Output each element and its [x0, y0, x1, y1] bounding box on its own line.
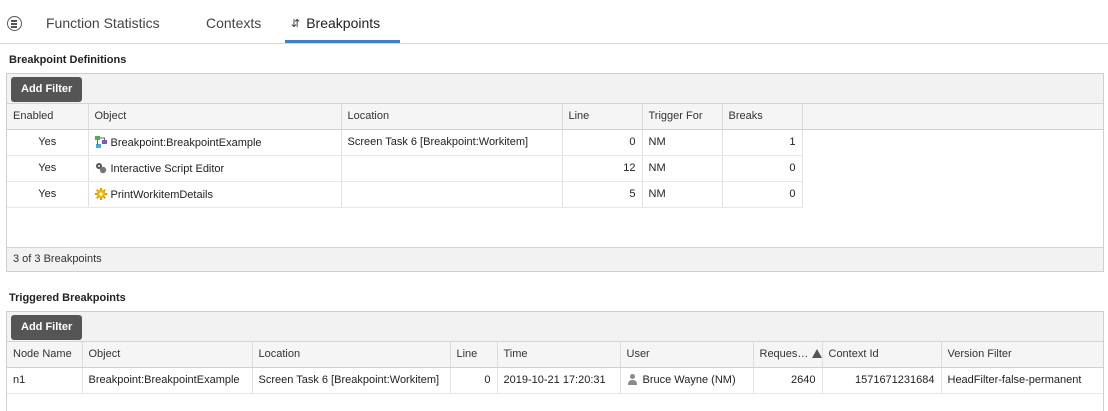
- enabled-cell: Yes: [7, 129, 89, 156]
- triggered-breakpoints-title: Triggered Breakpoints: [9, 292, 126, 304]
- object-cell: Interactive Script Editor: [88, 155, 342, 182]
- version-filter-cell: HeadFilter-false-permanent: [941, 367, 1103, 394]
- column-header-object[interactable]: Object: [88, 104, 342, 130]
- object-cell: PrintWorkitemDetails: [88, 181, 342, 208]
- triggered-add-filter-button[interactable]: Add Filter: [11, 315, 83, 340]
- breakpoint-definitions-title: Breakpoint Definitions: [9, 54, 127, 66]
- line-cell: 0: [562, 129, 643, 156]
- breakpoint-definitions-panel: Add Filter Enabled Object Location Line …: [6, 73, 1104, 272]
- column-header-location[interactable]: Location: [341, 104, 563, 130]
- column-header-enabled[interactable]: Enabled: [7, 104, 89, 130]
- column-header-node-name[interactable]: Node Name: [7, 342, 83, 368]
- tab-bar: Function Statistics Contexts ⇵ Breakpoint…: [0, 0, 1108, 44]
- sort-ascending-icon: [812, 349, 821, 359]
- definitions-toolbar: Add Filter: [7, 74, 1103, 104]
- column-header-line[interactable]: Line: [562, 104, 643, 130]
- menu-icon[interactable]: [7, 16, 22, 31]
- location-cell: [341, 155, 563, 182]
- column-header-context-id[interactable]: Context Id: [822, 342, 942, 368]
- tab-function-statistics[interactable]: Function Statistics: [46, 15, 160, 31]
- object-cell: Breakpoint:BreakpointExample: [82, 367, 253, 394]
- column-header-location[interactable]: Location: [252, 342, 451, 368]
- tab-breakpoints[interactable]: ⇵ Breakpoints: [291, 15, 380, 31]
- column-header-version-filter[interactable]: Version Filter: [941, 342, 1103, 368]
- time-cell: 2019-10-21 17:20:31: [497, 367, 621, 394]
- column-header-request-label: Reques…: [759, 348, 809, 361]
- column-header-time[interactable]: Time: [497, 342, 621, 368]
- enabled-cell: Yes: [7, 155, 89, 182]
- trigger-for-cell: NM: [642, 155, 723, 182]
- location-cell: [341, 181, 563, 208]
- user-icon: [627, 374, 638, 385]
- column-header-object[interactable]: Object: [82, 342, 253, 368]
- column-header-request[interactable]: Reques…: [753, 342, 823, 368]
- breaks-cell: 0: [722, 155, 803, 182]
- object-name: Breakpoint:BreakpointExample: [110, 136, 262, 149]
- triggered-table: Node Name Object Location Line Time User…: [7, 342, 1103, 394]
- triggered-breakpoints-panel: Add Filter Node Name Object Location Lin…: [6, 311, 1104, 411]
- breaks-cell: 1: [722, 129, 803, 156]
- line-cell: 12: [562, 155, 643, 182]
- location-cell: Screen Task 6 [Breakpoint:Workitem]: [252, 367, 451, 394]
- column-header-line[interactable]: Line: [450, 342, 498, 368]
- triggered-toolbar: Add Filter: [7, 312, 1103, 342]
- user-name: Bruce Wayne (NM): [642, 374, 736, 386]
- gear-function-icon: [94, 187, 107, 200]
- trigger-for-cell: NM: [642, 129, 723, 156]
- script-editor-icon: [95, 162, 107, 174]
- object-cell: Breakpoint:BreakpointExample: [88, 129, 342, 156]
- line-cell: 0: [450, 367, 498, 394]
- definitions-table: Enabled Object Location Line Trigger For…: [7, 104, 1103, 208]
- object-name: PrintWorkitemDetails: [110, 188, 214, 201]
- line-cell: 5: [562, 181, 643, 208]
- definitions-footer-count: 3 of 3 Breakpoints: [7, 247, 1103, 271]
- user-cell: Bruce Wayne (NM): [620, 367, 754, 394]
- tab-breakpoints-label: Breakpoints: [306, 15, 381, 31]
- screen-flow-icon: [94, 135, 107, 148]
- column-header-trigger-for[interactable]: Trigger For: [642, 104, 723, 130]
- object-name: Interactive Script Editor: [110, 162, 225, 175]
- tab-contexts[interactable]: Contexts: [206, 15, 261, 31]
- column-header-user[interactable]: User: [620, 342, 754, 368]
- table-row[interactable]: Yes PrintWorkitemDetails 5 NM 0: [7, 181, 1103, 208]
- definitions-header-row: Enabled Object Location Line Trigger For…: [7, 104, 1103, 130]
- definitions-add-filter-button[interactable]: Add Filter: [11, 77, 83, 102]
- request-cell: 2640: [753, 367, 823, 394]
- refresh-icon: ⇵: [291, 18, 301, 30]
- context-id-cell: 1571671231684: [822, 367, 942, 394]
- breaks-cell: 0: [722, 181, 803, 208]
- node-name-cell: n1: [7, 367, 83, 394]
- table-row[interactable]: Yes Interactive Script Editor 12 NM 0: [7, 155, 1103, 182]
- table-row[interactable]: Yes Breakpoint:BreakpointExample Screen …: [7, 129, 1103, 156]
- triggered-header-row: Node Name Object Location Line Time User…: [7, 342, 1103, 368]
- column-header-breaks[interactable]: Breaks: [722, 104, 803, 130]
- trigger-for-cell: NM: [642, 181, 723, 208]
- table-row[interactable]: n1 Breakpoint:BreakpointExample Screen T…: [7, 367, 1103, 394]
- enabled-cell: Yes: [7, 181, 89, 208]
- location-cell: Screen Task 6 [Breakpoint:Workitem]: [341, 129, 563, 156]
- column-header-filler: [802, 104, 1103, 130]
- active-tab-indicator: [285, 40, 400, 43]
